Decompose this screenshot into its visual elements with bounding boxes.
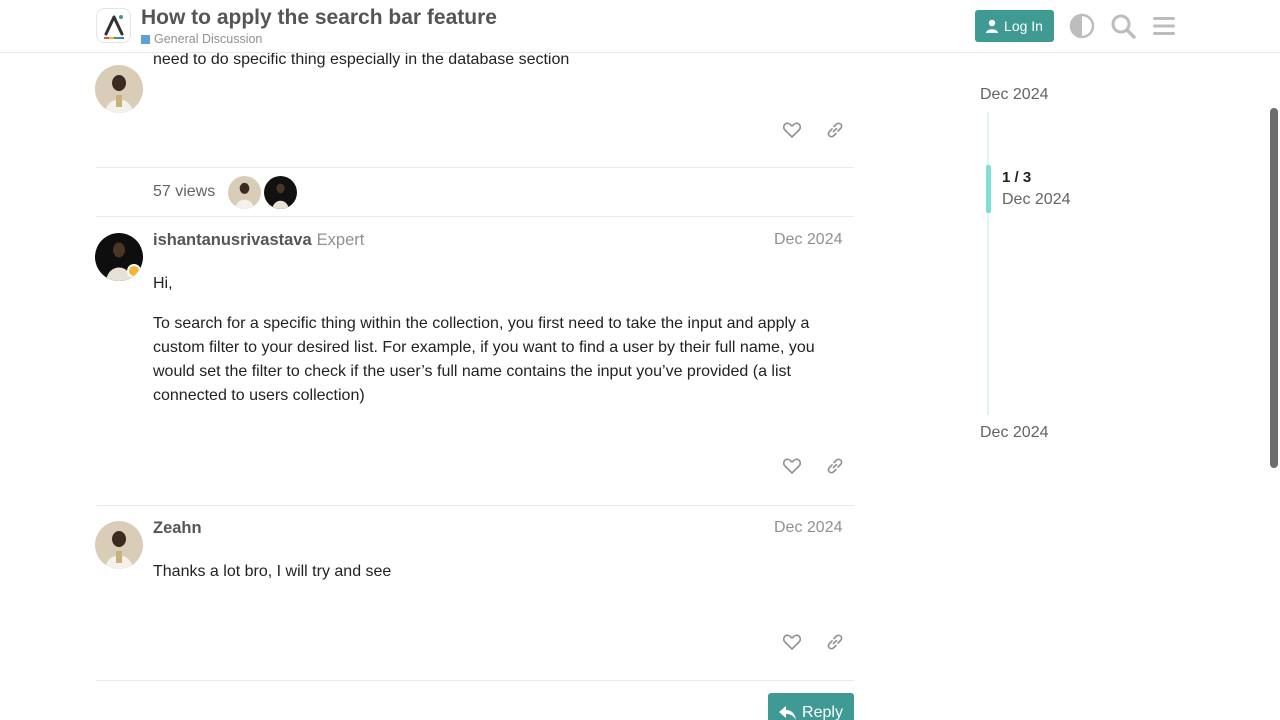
post-divider: [96, 505, 854, 506]
like-icon[interactable]: [780, 630, 804, 654]
avatar[interactable]: [95, 233, 143, 281]
like-icon[interactable]: [780, 118, 804, 142]
post-paragraph: To search for a specific thing within th…: [153, 315, 815, 404]
like-icon[interactable]: [780, 454, 804, 478]
reply-button-label: Reply: [802, 704, 843, 720]
search-icon[interactable]: [1108, 11, 1138, 41]
timeline-current-date: Dec 2024: [1002, 191, 1071, 208]
category-color-swatch: [141, 34, 150, 44]
hamburger-menu-icon[interactable]: [1149, 11, 1179, 41]
post-date[interactable]: Dec 2024: [774, 519, 843, 537]
post-body: Thanks a lot bro, I will try and see: [153, 563, 392, 580]
link-icon[interactable]: [823, 630, 847, 654]
avatar[interactable]: [95, 65, 143, 113]
user-title: Expert: [316, 231, 365, 249]
participant-avatar[interactable]: [264, 176, 297, 209]
views-count: 57 views: [153, 183, 216, 200]
theme-toggle-icon[interactable]: [1067, 11, 1097, 41]
link-icon[interactable]: [823, 118, 847, 142]
category-badge[interactable]: General Discussion: [141, 32, 262, 46]
topic-title[interactable]: How to apply the search bar feature: [141, 6, 497, 30]
user-icon: [986, 19, 999, 33]
login-button-label: Log In: [1004, 18, 1043, 34]
page-scrollbar[interactable]: [1270, 108, 1278, 468]
username[interactable]: Zeahn: [153, 519, 202, 538]
reply-icon: [779, 705, 797, 720]
login-button[interactable]: Log In: [975, 10, 1054, 42]
site-logo[interactable]: [96, 8, 131, 43]
post-divider: [96, 167, 854, 168]
username[interactable]: ishantanusrivastava: [153, 231, 312, 249]
post-author[interactable]: ishantanusrivastava Expert: [153, 231, 364, 250]
post-divider: [96, 680, 854, 681]
category-label: General Discussion: [154, 32, 263, 46]
link-icon[interactable]: [823, 454, 847, 478]
reply-button[interactable]: Reply: [768, 693, 854, 720]
timeline-position: 1 / 3: [1002, 169, 1032, 186]
timeline-handle[interactable]: [986, 165, 991, 213]
avatar[interactable]: [95, 521, 143, 569]
site-header: How to apply the search bar feature Gene…: [0, 0, 1280, 53]
participant-avatar[interactable]: [228, 176, 261, 209]
post-paragraph: Hi,: [153, 275, 173, 292]
timeline-end-date[interactable]: Dec 2024: [980, 424, 1049, 442]
timeline-track[interactable]: [987, 112, 989, 415]
timeline-start-date[interactable]: Dec 2024: [980, 86, 1049, 104]
post-divider: [96, 216, 854, 217]
post-date[interactable]: Dec 2024: [774, 231, 843, 249]
